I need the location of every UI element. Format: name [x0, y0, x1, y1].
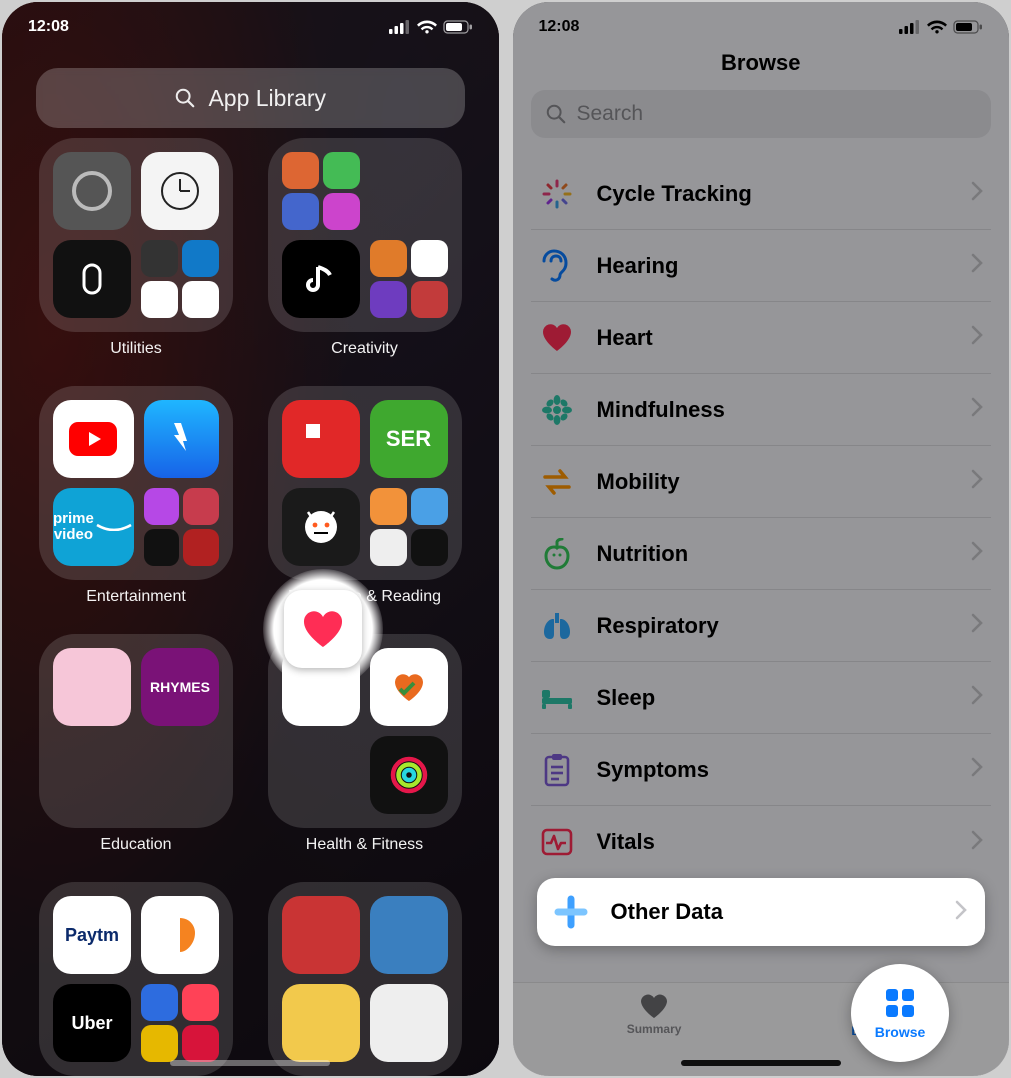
chevron-right-icon — [971, 253, 983, 278]
search-placeholder: Search — [577, 102, 644, 126]
tab-summary[interactable]: Summary — [627, 993, 682, 1036]
chevron-right-icon — [971, 181, 983, 206]
category-label: Hearing — [597, 253, 952, 279]
health-browse-screen: 12:08 Browse Search Cycle Tracking Heari… — [513, 2, 1010, 1076]
folder-creativity[interactable]: Creativity — [265, 138, 465, 358]
folder-label: Education — [100, 836, 171, 854]
cellular-icon — [899, 20, 921, 34]
search-placeholder: App Library — [208, 85, 326, 112]
status-time: 12:08 — [28, 18, 69, 36]
home-indicator[interactable] — [681, 1060, 841, 1066]
chevron-right-icon — [955, 900, 967, 925]
wifi-icon — [927, 20, 947, 34]
status-time: 12:08 — [539, 18, 580, 36]
category-hearing[interactable]: Hearing — [531, 230, 992, 302]
highlight-health-app[interactable] — [263, 569, 383, 689]
category-label: Nutrition — [597, 541, 952, 567]
home-indicator[interactable] — [170, 1060, 330, 1066]
category-vitals[interactable]: Vitals — [531, 806, 992, 878]
app-library-search[interactable]: App Library — [36, 68, 465, 128]
clipboard-icon — [537, 750, 577, 790]
chevron-right-icon — [971, 397, 983, 422]
folder-lifestyle[interactable]: Paytm Uber Lifestyle — [36, 882, 236, 1076]
grid-icon — [883, 986, 917, 1020]
folder-entertainment[interactable]: primevideo Entertainment — [36, 386, 236, 606]
plus-icon — [551, 892, 591, 932]
category-label: Mobility — [597, 469, 952, 495]
mindfulness-icon — [537, 390, 577, 430]
category-other-data[interactable]: Other Data — [537, 878, 986, 946]
category-label: Symptoms — [597, 757, 952, 783]
folder-label: Entertainment — [86, 588, 186, 606]
category-respiratory[interactable]: Respiratory — [531, 590, 992, 662]
category-mobility[interactable]: Mobility — [531, 446, 992, 518]
category-label: Vitals — [597, 829, 952, 855]
tab-label: Browse — [875, 1024, 926, 1040]
category-heart[interactable]: Heart — [531, 302, 992, 374]
chevron-right-icon — [971, 757, 983, 782]
heart-filled-icon — [639, 993, 669, 1019]
category-symptoms[interactable]: Symptoms — [531, 734, 992, 806]
mobility-icon — [537, 462, 577, 502]
chevron-right-icon — [971, 830, 983, 855]
category-label: Heart — [597, 325, 952, 351]
tab-label: Summary — [627, 1022, 682, 1036]
lungs-icon — [537, 606, 577, 646]
browse-category-list: Cycle Tracking Hearing Heart Mindfulness — [531, 158, 992, 976]
category-label: Respiratory — [597, 613, 952, 639]
chevron-right-icon — [971, 541, 983, 566]
search-icon — [174, 87, 196, 109]
battery-icon — [953, 20, 983, 34]
category-mindfulness[interactable]: Mindfulness — [531, 374, 992, 446]
folder-label: Health & Fitness — [306, 836, 423, 854]
category-sleep[interactable]: Sleep — [531, 662, 992, 734]
cellular-icon — [389, 20, 411, 34]
home-screen-app-library: 12:08 App Library — [2, 2, 499, 1076]
search-icon — [545, 103, 567, 125]
bed-icon — [537, 678, 577, 718]
vitals-icon — [537, 822, 577, 862]
folder-utilities[interactable]: Utilities — [36, 138, 236, 358]
cycle-icon — [537, 174, 577, 214]
chevron-right-icon — [971, 613, 983, 638]
folder-reference-reading[interactable]: SER Reference & Reading — [265, 386, 465, 606]
search-input[interactable]: Search — [531, 90, 992, 138]
folder-education[interactable]: RHYMES Education — [36, 634, 236, 854]
battery-icon — [443, 20, 473, 34]
folder-games[interactable]: Games — [265, 882, 465, 1076]
category-cycle-tracking[interactable]: Cycle Tracking — [531, 158, 992, 230]
health-app-icon — [284, 590, 362, 668]
chevron-right-icon — [971, 325, 983, 350]
status-bar: 12:08 — [2, 2, 499, 52]
wifi-icon — [417, 20, 437, 34]
folder-label: Creativity — [331, 340, 398, 358]
category-label: Cycle Tracking — [597, 181, 952, 207]
ear-icon — [537, 246, 577, 286]
heart-icon — [537, 318, 577, 358]
page-title: Browse — [513, 50, 1010, 76]
category-nutrition[interactable]: Nutrition — [531, 518, 992, 590]
chevron-right-icon — [971, 685, 983, 710]
apple-icon — [537, 534, 577, 574]
category-label: Mindfulness — [597, 397, 952, 423]
folder-label: Utilities — [110, 340, 162, 358]
chevron-right-icon — [971, 469, 983, 494]
highlight-tab-browse[interactable]: Browse — [851, 964, 949, 1062]
category-label: Other Data — [611, 899, 936, 925]
category-label: Sleep — [597, 685, 952, 711]
status-bar: 12:08 — [513, 2, 1010, 52]
